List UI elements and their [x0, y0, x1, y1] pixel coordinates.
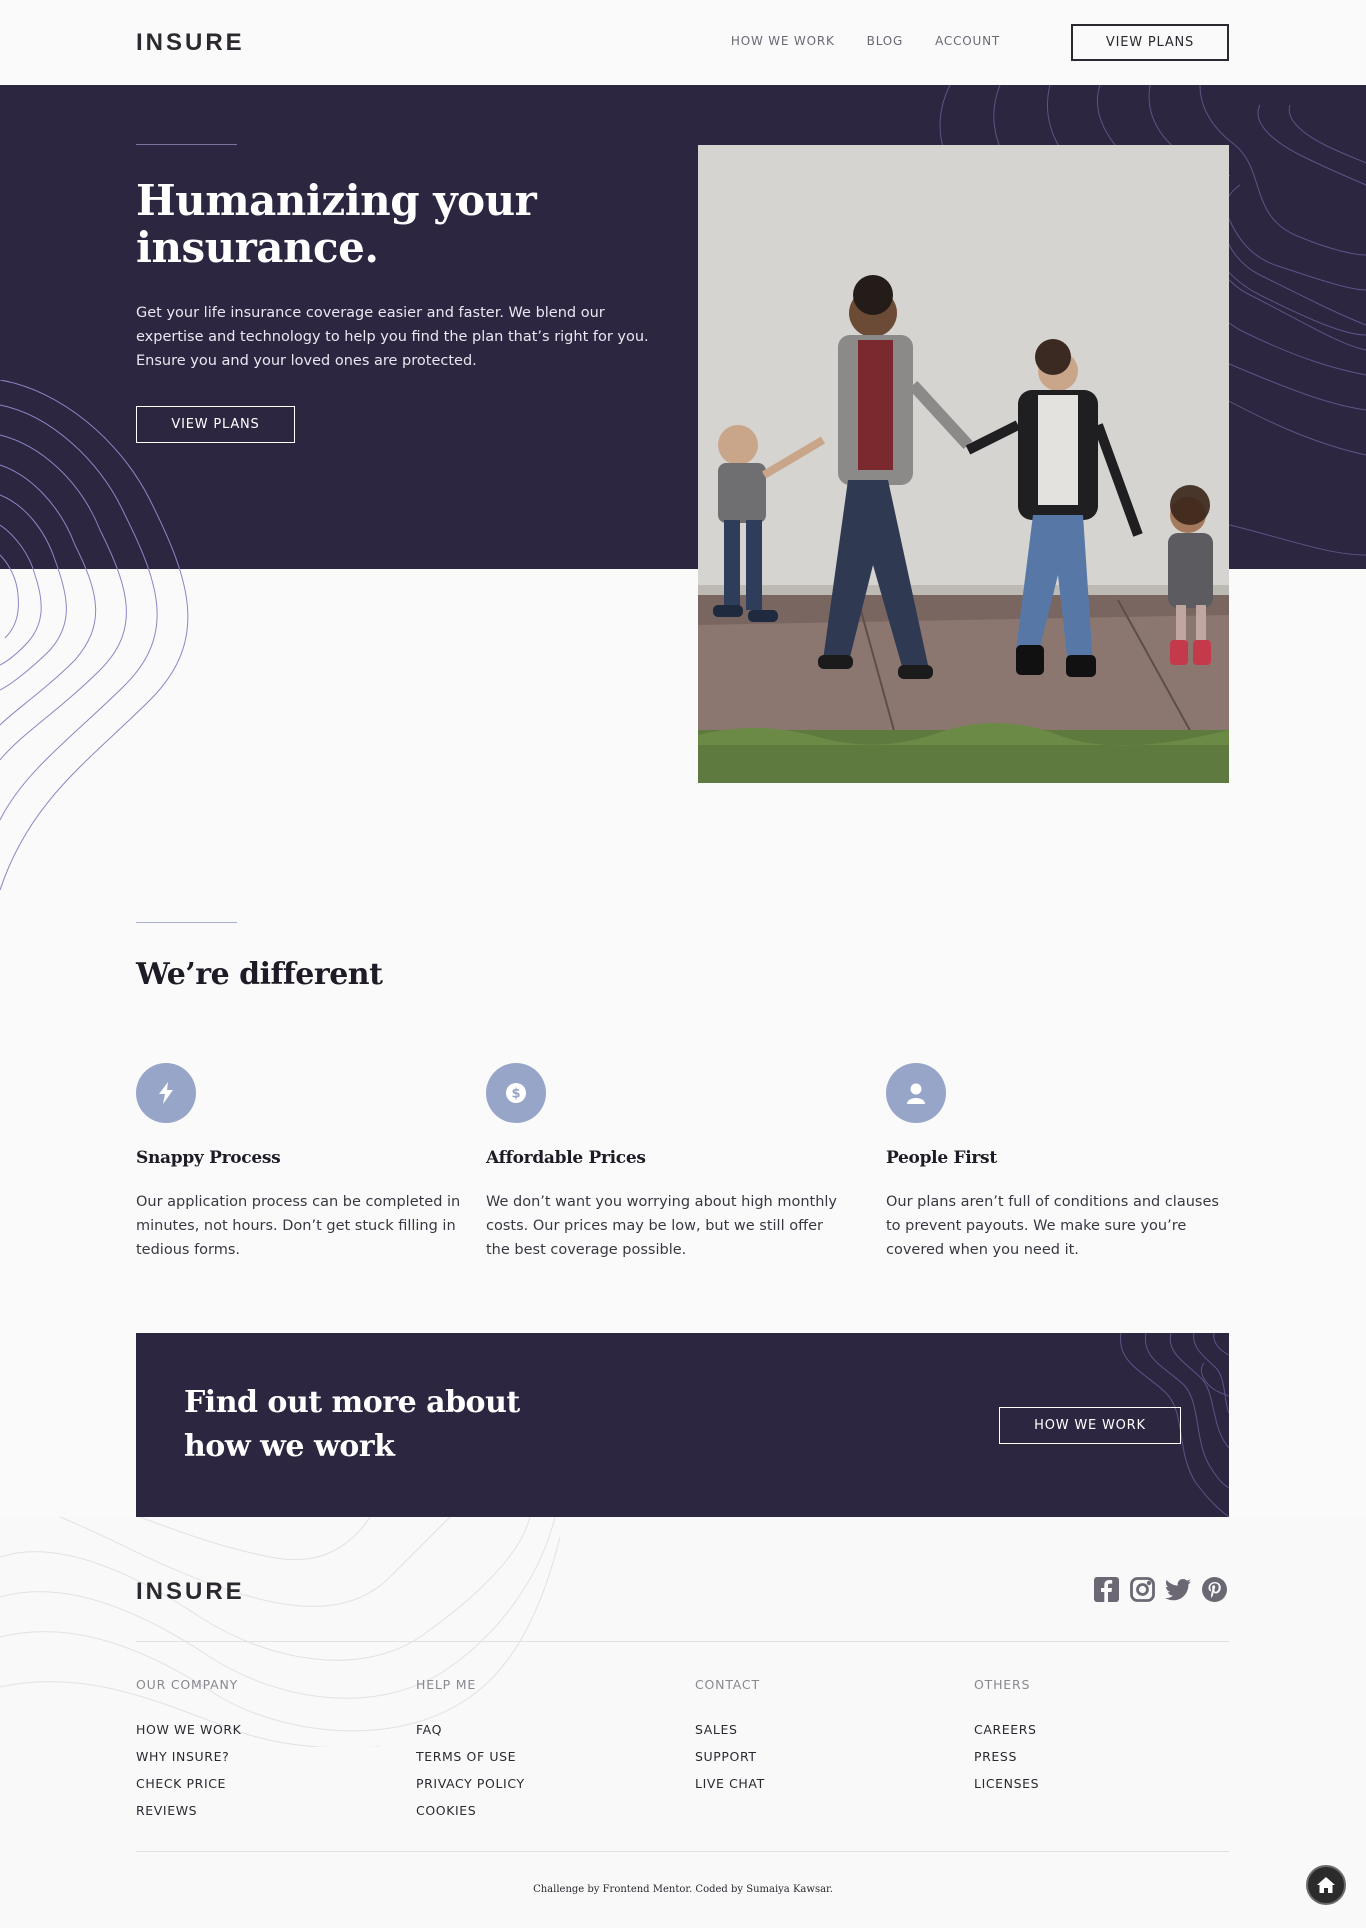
footer-link[interactable]: TERMS OF USE	[416, 1749, 666, 1776]
cta-title: Find out more about how we work	[184, 1385, 520, 1464]
footer-column-contact: CONTACT SALES SUPPORT LIVE CHAT	[695, 1677, 945, 1803]
feature-text: Our plans aren’t full of conditions and …	[886, 1194, 1219, 1258]
facebook-icon[interactable]	[1093, 1576, 1120, 1603]
instagram-icon[interactable]	[1129, 1576, 1156, 1603]
social-links	[1093, 1576, 1228, 1603]
feature-people-first: People First Our plans aren’t full of co…	[886, 1063, 1236, 1262]
family-illustration	[698, 145, 1229, 783]
footer-link[interactable]: HOW WE WORK	[136, 1722, 386, 1749]
how-we-work-button[interactable]: HOW WE WORK	[999, 1407, 1181, 1444]
footer-column-heading: CONTACT	[695, 1677, 760, 1692]
footer-column-heading: HELP ME	[416, 1677, 477, 1692]
different-title: We’re different	[136, 957, 383, 992]
feature-snappy-process: Snappy Process Our application process c…	[136, 1063, 496, 1262]
footer-link[interactable]: WHY INSURE?	[136, 1749, 386, 1776]
footer-divider	[136, 1641, 1229, 1642]
footer-link[interactable]: PRIVACY POLICY	[416, 1776, 666, 1803]
hero-description: Get your life insurance coverage easier …	[136, 305, 649, 369]
footer-bottom-divider	[136, 1851, 1229, 1852]
footer-column-others: OTHERS CAREERS PRESS LICENSES	[974, 1677, 1224, 1803]
site-footer: INSURE OUR COMPANY HOW WE WORK WHY INSUR…	[0, 1517, 1366, 1928]
home-button[interactable]	[1306, 1865, 1346, 1905]
main-nav: HOW WE WORK BLOG ACCOUNT	[731, 34, 1000, 48]
feature-title: Affordable Prices	[486, 1148, 646, 1168]
footer-link[interactable]: CHECK PRICE	[136, 1776, 386, 1803]
site-header: INSURE HOW WE WORK BLOG ACCOUNT VIEW PLA…	[0, 0, 1366, 85]
feature-title: Snappy Process	[136, 1148, 281, 1168]
different-divider	[136, 922, 237, 923]
footer-link[interactable]: SALES	[695, 1722, 945, 1749]
footer-link[interactable]: COOKIES	[416, 1803, 666, 1830]
attribution: Challenge by Frontend Mentor. Coded by S…	[533, 1884, 833, 1895]
nav-how-we-work[interactable]: HOW WE WORK	[731, 34, 835, 48]
bolt-icon	[136, 1063, 196, 1123]
family-photo	[698, 145, 1229, 783]
footer-column-heading: OTHERS	[974, 1677, 1031, 1692]
nav-account[interactable]: ACCOUNT	[935, 34, 1000, 48]
nav-blog[interactable]: BLOG	[867, 34, 903, 48]
footer-column-help-me: HELP ME FAQ TERMS OF USE PRIVACY POLICY …	[416, 1677, 666, 1830]
footer-logo[interactable]: INSURE	[136, 1578, 245, 1606]
dollar-icon: $	[486, 1063, 546, 1123]
logo[interactable]: INSURE	[136, 29, 245, 57]
feature-title: People First	[886, 1148, 997, 1168]
how-we-work-cta: Find out more about how we work HOW WE W…	[136, 1333, 1229, 1517]
hero-pattern-left	[0, 380, 189, 891]
pinterest-icon[interactable]	[1201, 1576, 1228, 1603]
hero-title: Humanizing your insurance.	[136, 176, 537, 272]
footer-link[interactable]: PRESS	[974, 1749, 1224, 1776]
person-icon	[886, 1063, 946, 1123]
footer-column-our-company: OUR COMPANY HOW WE WORK WHY INSURE? CHEC…	[136, 1677, 386, 1830]
footer-link[interactable]: REVIEWS	[136, 1803, 386, 1830]
footer-link[interactable]: FAQ	[416, 1722, 666, 1749]
svg-text:$: $	[511, 1087, 520, 1102]
twitter-icon[interactable]	[1165, 1576, 1192, 1603]
footer-link[interactable]: LIVE CHAT	[695, 1776, 945, 1803]
feature-text: Our application process can be completed…	[136, 1194, 461, 1258]
view-plans-header-button[interactable]: VIEW PLANS	[1071, 24, 1229, 61]
footer-link[interactable]: CAREERS	[974, 1722, 1224, 1749]
feature-text: We don’t want you worrying about high mo…	[486, 1194, 838, 1258]
feature-affordable-prices: $ Affordable Prices We don’t want you wo…	[486, 1063, 846, 1262]
hero-divider	[136, 144, 237, 145]
footer-column-heading: OUR COMPANY	[136, 1677, 239, 1692]
footer-link[interactable]: LICENSES	[974, 1776, 1224, 1803]
home-icon	[1317, 1877, 1335, 1893]
footer-link[interactable]: SUPPORT	[695, 1749, 945, 1776]
